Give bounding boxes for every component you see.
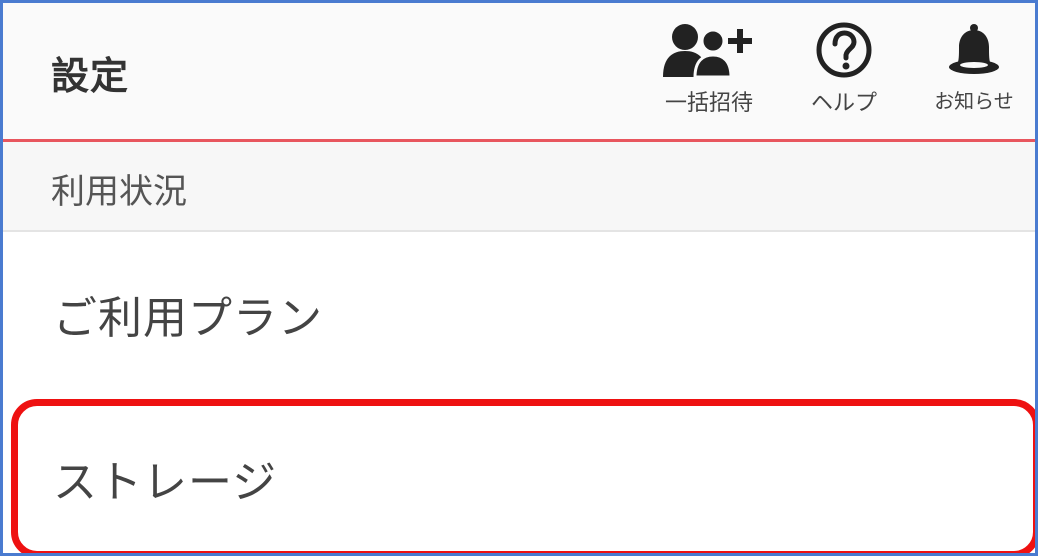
menu-item-label: ストレージ bbox=[53, 457, 278, 508]
settings-panel: 設定 一括招待 ヘルプ お知らせ 利用状況 ご利用プラン ストレージ bbox=[0, 0, 1038, 556]
bell-icon bbox=[949, 24, 999, 74]
bulk-invite-icon bbox=[663, 24, 752, 79]
help-label: ヘルプ bbox=[810, 91, 877, 116]
section-title: 利用状況 bbox=[51, 172, 187, 212]
menu-item-storage[interactable]: ストレージ bbox=[3, 398, 1035, 553]
menu-item-label: ご利用プラン bbox=[53, 293, 323, 344]
help-icon bbox=[816, 22, 872, 78]
page-title: 設定 bbox=[51, 54, 130, 98]
notification-label: お知らせ bbox=[934, 89, 1014, 113]
bulk-invite-button[interactable]: 一括招待 bbox=[653, 21, 765, 131]
bulk-invite-label: 一括招待 bbox=[664, 91, 753, 116]
help-button[interactable]: ヘルプ bbox=[799, 21, 889, 131]
notification-button[interactable]: お知らせ bbox=[919, 21, 1029, 131]
header-bar: 設定 一括招待 ヘルプ お知らせ bbox=[3, 3, 1035, 142]
section-header-usage: 利用状況 bbox=[3, 142, 1035, 232]
menu-item-plan[interactable]: ご利用プラン bbox=[3, 232, 1035, 398]
